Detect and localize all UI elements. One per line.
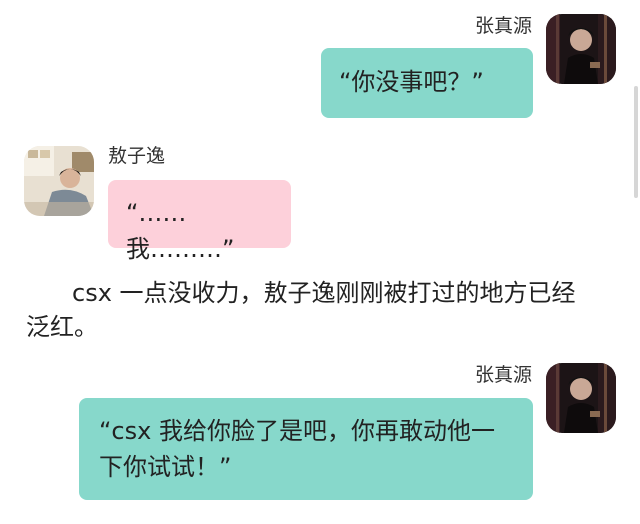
speaker-name: 张真源 bbox=[474, 15, 532, 37]
male-avatar-dark-photo-icon[interactable] bbox=[546, 14, 616, 84]
male-avatar-dark-photo-icon[interactable] bbox=[546, 363, 616, 433]
narration-paragraph: csx 一点没收力，敖子逸刚刚被打过的地方已经泛红。 bbox=[26, 279, 576, 341]
scrollbar[interactable] bbox=[634, 86, 638, 198]
message-bubble: “你没事吧？” bbox=[321, 48, 533, 118]
speaker-name: 张真源 bbox=[474, 364, 532, 386]
chat-story-page: 张真源 “你没事吧？” 敖子逸 “……我………” csx 一点没收力，敖子逸刚刚… bbox=[0, 0, 640, 524]
male-avatar-bright-photo-icon[interactable] bbox=[24, 146, 94, 216]
message-bubble: “……我………” bbox=[108, 180, 291, 263]
message-bubble: “csx 我给你脸了是吧，你再敢动他一下你试试！” bbox=[79, 398, 533, 500]
speaker-name: 敖子逸 bbox=[108, 145, 166, 167]
